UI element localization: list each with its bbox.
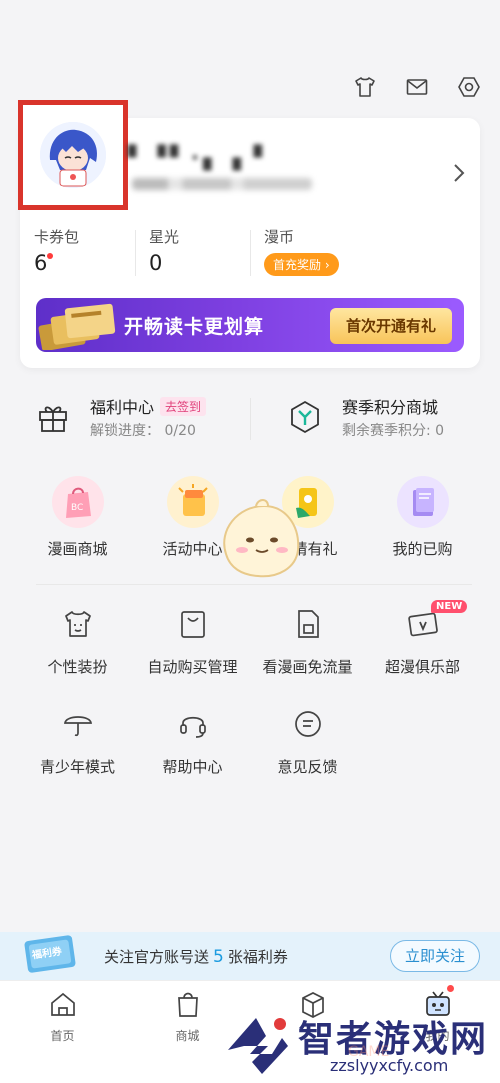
headset-icon — [175, 706, 211, 742]
free-data-reading[interactable]: 看漫画免流量 — [250, 606, 365, 677]
umbrella-icon — [60, 706, 96, 742]
tshirt-face-icon — [60, 606, 96, 642]
comic-mall[interactable]: BC 漫画商城 — [20, 476, 135, 559]
banner-text: 开畅读卡更划算 — [124, 316, 265, 338]
sim-card-icon — [290, 606, 326, 642]
notification-dot — [447, 985, 454, 992]
stat-coins[interactable]: 漫币 首充奖励 › — [250, 226, 480, 286]
stat-coupons[interactable]: 卡券包 6 — [20, 226, 135, 286]
welfare-center-label: 福利中心 — [90, 398, 155, 417]
watermark-faint-text: GAME — [348, 1044, 390, 1060]
feedback[interactable]: 意见反馈 — [250, 706, 365, 777]
season-points-remaining: 剩余赛季积分: 0 — [342, 423, 445, 439]
watermark-title: 智者游戏网 — [298, 1019, 489, 1060]
coupon-count: 6 — [34, 251, 48, 275]
site-watermark: 智者游戏网 zzslyyxcfy.com GAME — [218, 1004, 500, 1083]
stat-starlight[interactable]: 星光 0 — [135, 226, 250, 286]
chat-bubble-icon — [290, 706, 326, 742]
shopping-bag-icon — [177, 992, 198, 1017]
grid-label: 超漫俱乐部 — [384, 658, 460, 676]
grid-label: 青少年模式 — [39, 758, 115, 776]
user-id-blurred — [132, 178, 312, 190]
new-badge: NEW — [431, 600, 468, 613]
follow-text-after: 张福利券 — [227, 948, 288, 966]
home-icon — [50, 992, 75, 1016]
unlock-progress: 解锁进度： 0/20 — [90, 423, 196, 439]
divider — [250, 398, 251, 440]
stat-label: 星光 — [149, 228, 180, 246]
open-vip-button[interactable]: 首次开通有礼 — [329, 308, 452, 344]
stat-value: 0 — [149, 251, 163, 275]
profile-card: ▘▝▘·▖▗▝ 卡券包 6 星光 0 漫币 首充奖励 › 开畅读卡更划算 首次开… — [18, 100, 480, 368]
welfare-center[interactable]: 福利中心 去签到 解锁进度： 0/20 — [36, 388, 246, 448]
stats-row: 卡券包 6 星光 0 漫币 首充奖励 › — [20, 226, 480, 286]
settings-grid: 青少年模式 帮助中心 意见反馈 — [20, 706, 500, 777]
stat-label: 漫币 — [264, 228, 295, 246]
book-stack-icon — [396, 476, 449, 528]
avatar[interactable] — [40, 122, 106, 188]
grid-label: 个性装扮 — [47, 658, 108, 676]
welfare-title: 福利中心 去签到 — [90, 394, 207, 418]
vip-banner[interactable]: 开畅读卡更划算 首次开通有礼 — [36, 298, 464, 352]
username: ▘▝▘·▖▗▝ — [128, 146, 266, 171]
grid-label: 意见反馈 — [277, 758, 338, 776]
help-center[interactable]: 帮助中心 — [135, 706, 250, 777]
mail-icon[interactable] — [404, 74, 430, 100]
watermark-logo-icon — [228, 1018, 288, 1074]
coupon-card-icon: 福利券 — [24, 935, 76, 973]
nav-home[interactable]: 首页 — [0, 981, 125, 1083]
nav-label: 首页 — [50, 1029, 75, 1043]
section-divider — [36, 584, 472, 585]
settings-icon[interactable] — [456, 74, 482, 100]
svg-text:BC: BC — [71, 503, 83, 513]
tools-grid: 个性装扮 自动购买管理 看漫画免流量 NEW 超漫俱乐部 — [20, 600, 500, 677]
top-icon-bar — [352, 74, 482, 100]
auto-purchase-management[interactable]: 自动购买管理 — [135, 606, 250, 677]
my-purchases[interactable]: 我的已购 — [365, 476, 480, 559]
stat-value: 6 — [34, 251, 54, 275]
grid-label: 我的已购 — [392, 540, 453, 558]
teen-mode[interactable]: 青少年模式 — [20, 706, 135, 777]
stat-label: 卡券包 — [34, 228, 80, 246]
hexagon-y-icon — [291, 400, 319, 434]
gold-cards-icon — [38, 303, 116, 350]
gift-icon — [39, 406, 67, 432]
follow-text-before: 关注官方账号送 — [104, 948, 210, 966]
notification-dot — [47, 253, 54, 259]
profile-page: ▘▝▘·▖▗▝ 卡券包 6 星光 0 漫币 首充奖励 › 开畅读卡更划算 首次开… — [0, 0, 500, 1083]
mascot-icon — [223, 499, 300, 578]
party-popper-icon — [166, 476, 219, 528]
chevron-right-icon[interactable] — [452, 162, 466, 190]
coupon-number: 5 — [213, 947, 224, 967]
season-mall-title: 赛季积分商城 — [342, 398, 439, 417]
follow-text: 关注官方账号送 5 张福利券 — [104, 946, 288, 967]
personal-decoration[interactable]: 个性装扮 — [20, 606, 135, 677]
grid-label: 漫画商城 — [47, 540, 108, 558]
grid-label: 看漫画免流量 — [262, 658, 353, 676]
super-comic-club[interactable]: NEW 超漫俱乐部 — [365, 600, 480, 677]
season-points-mall[interactable]: 赛季积分商城 剩余赛季积分: 0 — [288, 388, 488, 448]
shopping-bag-icon: BC — [51, 476, 104, 528]
bag-icon — [175, 606, 211, 642]
avatar-highlight[interactable] — [18, 100, 128, 210]
sign-in-tag[interactable]: 去签到 — [160, 397, 207, 416]
welfare-row: 福利中心 去签到 解锁进度： 0/20 赛季积分商城 剩余赛季积分: 0 — [0, 388, 500, 448]
follow-button[interactable]: 立即关注 — [389, 940, 480, 972]
grid-label: 自动购买管理 — [147, 658, 238, 676]
first-recharge-badge[interactable]: 首充奖励 › — [264, 253, 339, 276]
shirt-icon[interactable] — [352, 74, 378, 100]
grid-label: 帮助中心 — [162, 758, 223, 776]
follow-official-bar[interactable]: 福利券 关注官方账号送 5 张福利券 立即关注 — [0, 932, 500, 980]
